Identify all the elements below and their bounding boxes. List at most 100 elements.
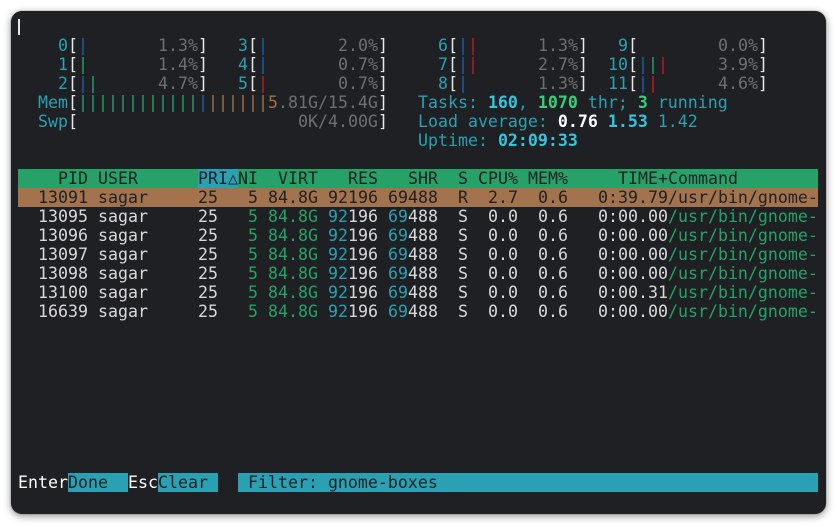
cell-shr-low: 488 [408,264,438,283]
cpu-bracket-open: [ [628,55,638,74]
process-row[interactable]: 16639 sagar 25 5 84.8G 92 196 69 488 S 0.0 0.6 0:00.… [18,302,818,321]
cell-command: /usr/bin/gnome- [668,283,818,302]
load-label: Load average: [418,112,558,131]
column-header-mem-pct[interactable]: MEM% [528,169,568,188]
tasks-line: Tasks: 160, 1070 thr; 3 running [18,93,818,112]
cell-user: sagar [98,283,148,302]
input-line [18,17,818,36]
cell-pid: 13100 [38,283,88,302]
column-header-res[interactable]: RES [348,169,378,188]
load-15min: 1.42 [657,112,698,131]
column-header-pri[interactable]: PRI△ [198,169,238,188]
cell-cpu: 0.0 [488,226,518,245]
column-header-ni[interactable]: NI [238,169,258,188]
process-row[interactable]: 13098 sagar 25 5 84.8G 92 196 69 488 S 0.0 0.6 0:00.… [18,264,818,283]
load-5min: 1.53 [607,112,648,131]
cell-time: 0:00.00 [598,226,668,245]
cell-ni: 5 [248,207,258,226]
cell-command: /usr/bin/gnome- [668,226,818,245]
cell-command: /usr/bin/gnome- [668,188,818,207]
cell-cpu: 0.0 [488,283,518,302]
cell-pid: 13096 [38,226,88,245]
cpu-bracket-open: [ [628,74,638,93]
cell-res-low: 196 [348,264,378,283]
cell-ni: 5 [248,283,258,302]
load-average-line: Load average: 0.76 1.53 1.42 [18,112,818,131]
load-text: Load average: 0.76 1.53 1.42 [418,112,698,131]
cell-s: R [458,188,468,207]
column-header-shr[interactable]: SHR [408,169,438,188]
cell-shr-high: 69 [388,226,408,245]
process-row[interactable]: 13096 sagar 25 5 84.8G 92 196 69 488 S 0.0 0.6 0:00.… [18,226,818,245]
cell-virt: 84.8G [268,283,318,302]
filter-value: gnome-boxes [327,473,438,492]
column-header-command[interactable]: Command [668,169,738,188]
tasks-label: Tasks: [418,93,488,112]
uptime-line: Uptime: 02:09:33 [18,131,818,150]
cell-shr-low: 488 [408,207,438,226]
process-row[interactable]: 13091 sagar 25 5 84.8G 92196 69488 R 2.7 0.6 0:39.… [18,188,818,207]
cpu-id: 9 [618,36,628,55]
cell-res-low: 196 [348,283,378,302]
cell-shr-low: 488 [408,226,438,245]
cell-user: sagar [98,245,148,264]
cell-mem: 0.6 [538,226,568,245]
filter-input[interactable]: Filter: gnome-boxes [238,473,818,492]
cell-ni: 5 [248,226,258,245]
column-header-pid[interactable]: PID [58,169,88,188]
cell-ni: 5 [248,188,258,207]
process-row[interactable]: 13095 sagar 25 5 84.8G 92 196 69 488 S 0.0 0.6 0:00.… [18,207,818,226]
uptime-value: 02:09:33 [497,131,578,150]
cell-pri: 25 [198,207,218,226]
cell-shr: 69488 [388,188,438,207]
column-header-virt[interactable]: VIRT [278,169,318,188]
esc-key-label: Esc [128,473,158,492]
cell-ni: 5 [248,302,258,321]
cpu-meter-10: 10[| | | 3.9%] [18,55,818,74]
cell-virt: 84.8G [268,188,318,207]
tasks-sep: , [517,93,538,112]
done-button[interactable]: Done [68,473,128,492]
cell-shr-low: 488 [408,283,438,302]
cell-s: S [458,283,468,302]
cpu-value: 0.0% [718,36,758,55]
cpu-bar-segment: | [658,55,668,74]
process-table-header: PID USER PRI△ NI VIRT RES SHR S CPU% MEM% TIME+ Com… [18,169,818,188]
cpu-value: 4.6% [718,74,758,93]
cell-mem: 0.6 [538,302,568,321]
terminal-window: 0[| 1.3%] 1[| 1.4%] 2[| | 4.7%] 3[| 2.0%] 4[| 0.7%… [11,11,826,514]
cell-ni: 5 [248,245,258,264]
cell-res: 92196 [328,188,378,207]
cell-res-high: 92 [328,226,348,245]
cpu-bracket-close: ] [758,36,768,55]
cell-time: 0:00.31 [598,283,668,302]
cell-res-low: 196 [348,302,378,321]
uptime-text: Uptime: 02:09:33 [418,131,578,150]
cell-pid: 13097 [38,245,88,264]
cell-mem: 0.6 [538,245,568,264]
cell-s: S [458,302,468,321]
cpu-bar-segment: | [648,55,658,74]
cell-user: sagar [98,207,148,226]
column-header-time-plus[interactable]: TIME+ [618,169,668,188]
column-header-user[interactable]: USER [98,169,138,188]
cell-pid: 13091 [38,188,88,207]
cell-shr-low: 488 [408,302,438,321]
cell-cpu: 0.0 [488,245,518,264]
cpu-id: 11 [608,74,628,93]
column-header-cpu-pct[interactable]: CPU% [478,169,518,188]
cell-pri: 25 [198,226,218,245]
cell-shr-high: 69 [388,283,408,302]
filter-label: Filter: [248,473,328,492]
cell-user: sagar [98,302,148,321]
process-row[interactable]: 13100 sagar 25 5 84.8G 92 196 69 488 S 0.0 0.6 0:00.… [18,283,818,302]
cell-pri: 25 [198,245,218,264]
cell-time: 0:39.79 [598,188,668,207]
column-header-s[interactable]: S [458,169,468,188]
cpu-value: 3.9% [718,55,758,74]
htop-screen[interactable]: 0[| 1.3%] 1[| 1.4%] 2[| | 4.7%] 3[| 2.0%] 4[| 0.7%… [18,17,818,492]
tasks-text: Tasks: 160, 1070 thr; 3 running [418,93,728,112]
uptime-label: Uptime: [418,131,498,150]
process-row[interactable]: 13097 sagar 25 5 84.8G 92 196 69 488 S 0.0 0.6 0:00.… [18,245,818,264]
clear-button[interactable]: Clear [158,473,218,492]
